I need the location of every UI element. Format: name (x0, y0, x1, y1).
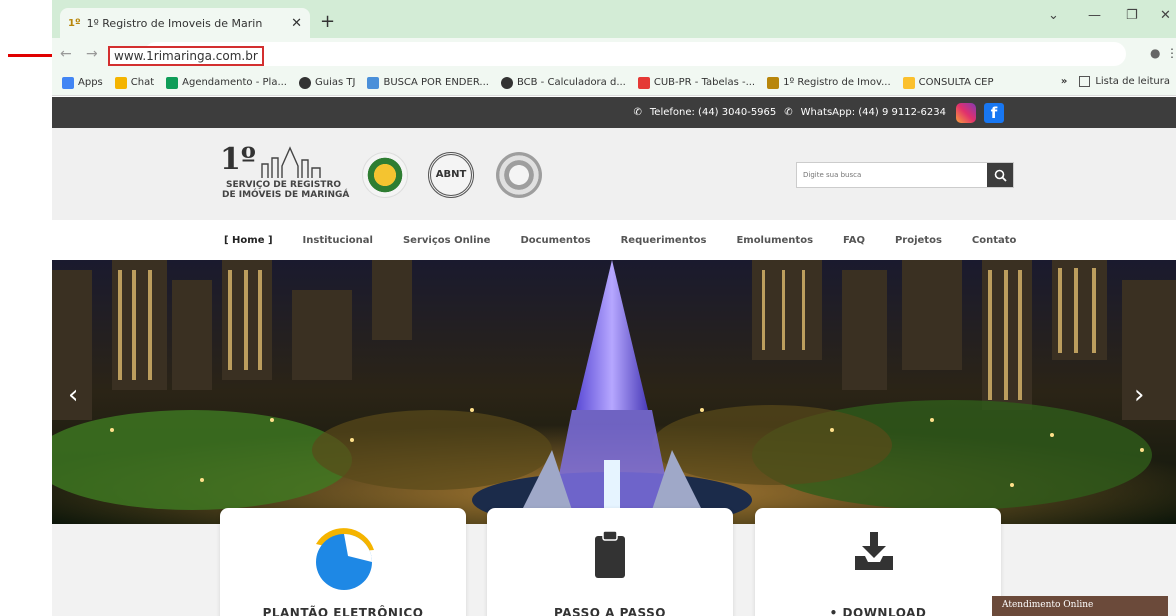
nav-requerimentos[interactable]: Requerimentos (621, 235, 707, 246)
hero-city-night-image (52, 260, 1176, 524)
skyline-icon (261, 146, 321, 178)
globe-icon (299, 76, 311, 89)
site-header: 1º SERVIÇO DE REGISTRO DE IMÓVEIS DE MAR… (52, 128, 1176, 220)
logo-number: 1º (220, 142, 256, 177)
site-search (796, 162, 1014, 188)
card-passo-a-passo[interactable]: PASSO A PASSO (487, 508, 733, 616)
sheets-icon (166, 76, 179, 89)
logo-line-1: SERVIÇO DE REGISTRO (226, 180, 342, 190)
globe-icon (500, 76, 513, 89)
minimize-icon[interactable]: — (1088, 8, 1101, 23)
nav-servicos-online[interactable]: Serviços Online (403, 235, 490, 246)
new-tab-icon[interactable]: + (320, 11, 335, 32)
download-icon (855, 532, 893, 570)
phone-icon: ✆ (633, 107, 642, 118)
seal-icon-1 (362, 152, 408, 198)
main-nav: [ Home ] Institucional Serviços Online D… (52, 220, 1176, 260)
tab-search-chevron-icon[interactable]: ⌄ (1048, 8, 1059, 23)
card-title-passo: PASSO A PASSO (554, 606, 666, 616)
maximize-icon[interactable]: ❐ (1126, 8, 1138, 23)
instagram-icon[interactable] (956, 102, 976, 123)
bookmark-busca-endereco[interactable]: BUSCA POR ENDER... (367, 76, 489, 89)
chat-icon (114, 76, 127, 89)
nav-emolumentos[interactable]: Emolumentos (736, 235, 813, 246)
url-text[interactable]: www.1rimaringa.com.br (108, 46, 264, 66)
tab-favicon: 1º (68, 17, 81, 29)
facebook-icon[interactable]: f (984, 102, 1004, 123)
bolt-icon (637, 76, 650, 89)
slider-next-icon[interactable]: › (1134, 380, 1144, 410)
page-icon (367, 76, 380, 89)
close-window-icon[interactable]: ✕ (1160, 8, 1171, 23)
whatsapp-text[interactable]: WhatsApp: (44) 9 9112-6234 (801, 107, 946, 118)
seal-icon-3 (496, 152, 542, 198)
reading-list-label: Lista de leitura (1095, 76, 1170, 87)
logo-line-2: DE IMÓVEIS DE MARINGÁ (222, 190, 350, 200)
contact-bar: ✆ Telefone: (44) 3040-5965 ✆ WhatsApp: (… (52, 97, 1176, 128)
apps-grid-icon (62, 76, 74, 89)
slider-prev-icon[interactable]: ‹ (68, 380, 78, 410)
nav-documentos[interactable]: Documentos (520, 235, 590, 246)
hero-slider: ‹ › (52, 260, 1176, 524)
online-chat-button[interactable]: Atendimento Online (992, 596, 1168, 616)
close-tab-icon[interactable]: ✕ (291, 16, 302, 31)
address-bar[interactable] (144, 42, 1126, 66)
forward-icon[interactable]: → (86, 46, 98, 62)
nav-faq[interactable]: FAQ (843, 235, 865, 246)
bookmark-cub-pr[interactable]: CUB-PR - Tabelas -... (637, 76, 755, 89)
bookmarks-more-chevron[interactable]: » (1061, 76, 1067, 87)
nav-contato[interactable]: Contato (972, 235, 1017, 246)
bookmark-bcb[interactable]: BCB - Calculadora d... (500, 76, 626, 89)
browser-tab-active[interactable]: 1º 1º Registro de Imoveis de Marin ✕ (60, 8, 310, 38)
back-icon[interactable]: ← (60, 46, 72, 62)
phone-text[interactable]: Telefone: (44) 3040-5965 (650, 107, 776, 118)
plantao-logo-icon (316, 528, 374, 590)
search-icon (994, 169, 1007, 182)
card-download[interactable]: • DOWNLOAD (755, 508, 1001, 616)
card-title-plantao: PLANTÃO ELETRÔNICO (262, 606, 424, 616)
search-button[interactable] (987, 163, 1013, 187)
card-plantao-eletronico[interactable]: PLANTÃO ELETRÔNICO (220, 508, 466, 616)
card-title-download: • DOWNLOAD (829, 606, 927, 616)
browser-tabstrip: 1º 1º Registro de Imoveis de Marin ✕ + ⌄… (52, 0, 1176, 38)
nav-projetos[interactable]: Projetos (895, 235, 942, 246)
site-logo[interactable]: 1º SERVIÇO DE REGISTRO DE IMÓVEIS DE MAR… (220, 142, 349, 204)
screenshot-root: 1º 1º Registro de Imoveis de Marin ✕ + ⌄… (0, 0, 1176, 616)
whatsapp-icon: ✆ (784, 107, 793, 118)
nav-institucional[interactable]: Institucional (303, 235, 373, 246)
nav-home[interactable]: [ Home ] (224, 235, 273, 246)
bookmark-registro[interactable]: 1º Registro de Imov... (767, 76, 891, 89)
bookmark-apps[interactable]: Apps (62, 76, 103, 89)
browser-menu-icon[interactable]: ⋮ (1166, 46, 1176, 60)
bookmark-chat[interactable]: Chat (114, 76, 154, 89)
bookmark-agendamento[interactable]: Agendamento - Pla... (166, 76, 287, 89)
tab-title: 1º Registro de Imoveis de Marin (86, 16, 263, 30)
registry-favicon-icon (767, 76, 780, 89)
profile-icon[interactable]: ● (1150, 46, 1160, 60)
abnt-seal-icon: ABNT (428, 152, 474, 198)
bookmark-guias-tj[interactable]: Guias TJ (299, 76, 355, 89)
bookmarks-overflow[interactable]: » Lista de leitura (1061, 76, 1170, 87)
reading-list-icon (1079, 76, 1091, 87)
search-input[interactable] (797, 163, 987, 187)
clipboard-icon (595, 530, 625, 578)
bookmarks-bar: Apps Chat Agendamento - Pla... Guias TJ … (52, 70, 1176, 96)
bookmark-consulta-cep[interactable]: CONSULTA CEP (902, 76, 994, 89)
cep-icon (902, 76, 915, 89)
